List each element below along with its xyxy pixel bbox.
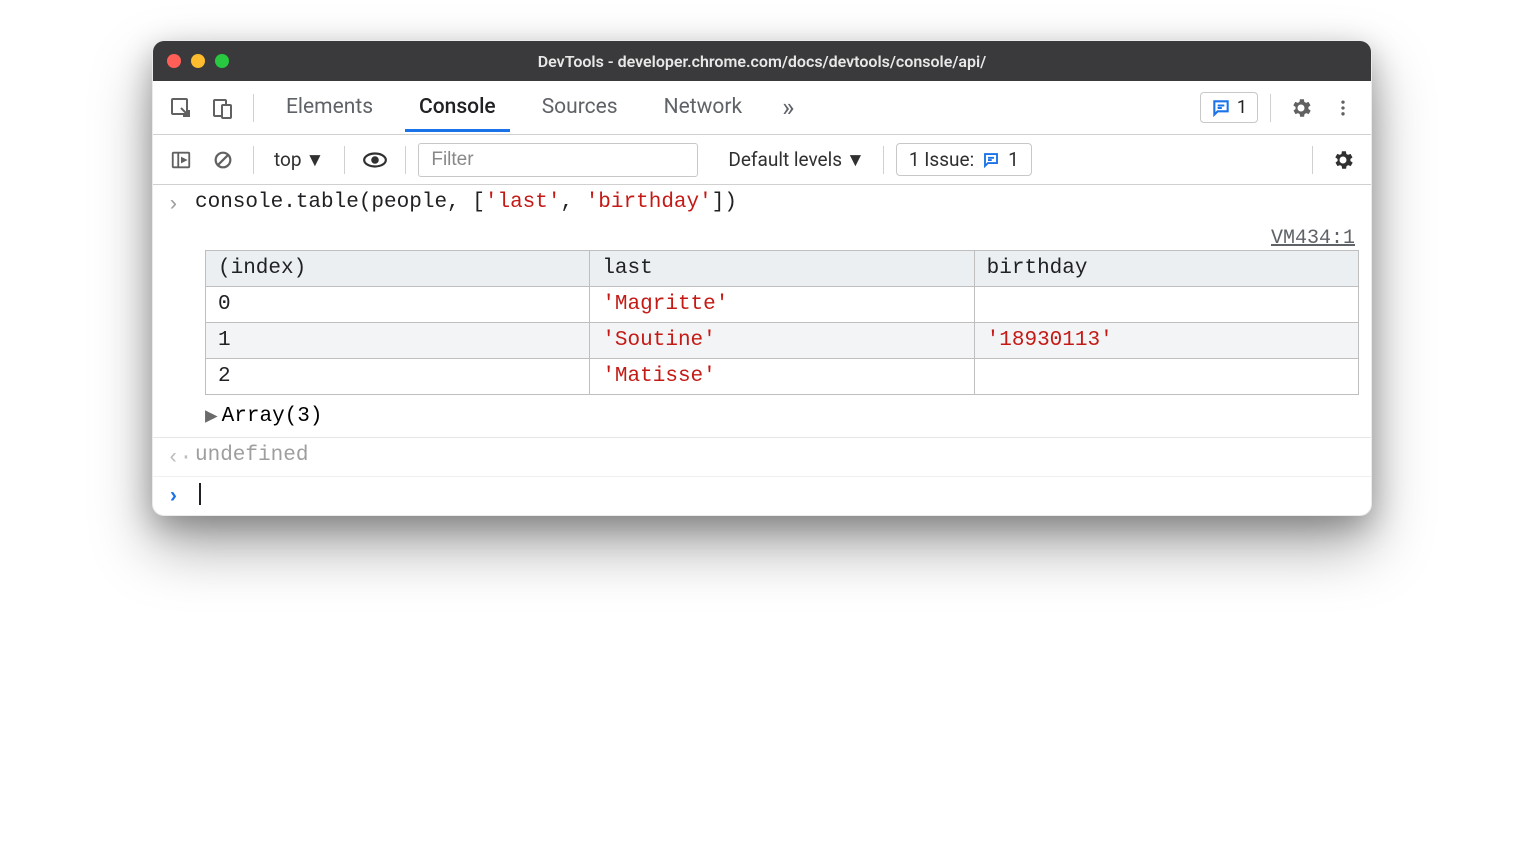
separator bbox=[344, 146, 345, 174]
separator bbox=[883, 146, 884, 174]
window-title: DevTools - developer.chrome.com/docs/dev… bbox=[153, 52, 1371, 71]
table-row[interactable]: 2 'Matisse' bbox=[206, 359, 1359, 395]
col-index[interactable]: (index) bbox=[206, 251, 590, 287]
issues-label: 1 Issue: bbox=[909, 148, 974, 171]
chat-icon bbox=[1211, 98, 1231, 118]
col-last[interactable]: last bbox=[590, 251, 974, 287]
separator bbox=[253, 146, 254, 174]
more-tabs-icon[interactable]: » bbox=[774, 93, 802, 123]
issues-indicator[interactable]: 1 bbox=[1200, 92, 1258, 123]
output-chevron-icon: ‹· bbox=[167, 444, 195, 470]
cell-birthday bbox=[974, 287, 1358, 323]
settings-icon[interactable] bbox=[1283, 90, 1319, 126]
issues-count: 1 bbox=[1237, 97, 1247, 118]
console-input[interactable] bbox=[195, 483, 1359, 507]
source-link[interactable]: VM434:1 bbox=[153, 223, 1371, 250]
live-expression-icon[interactable] bbox=[357, 142, 393, 178]
kebab-menu-icon[interactable] bbox=[1325, 90, 1361, 126]
table-row[interactable]: 0 'Magritte' bbox=[206, 287, 1359, 323]
titlebar: DevTools - developer.chrome.com/docs/dev… bbox=[153, 41, 1371, 81]
col-birthday[interactable]: birthday bbox=[974, 251, 1358, 287]
tab-console[interactable]: Console bbox=[405, 83, 510, 132]
cell-index: 0 bbox=[206, 287, 590, 323]
cell-last: 'Magritte' bbox=[590, 287, 974, 323]
cell-index: 2 bbox=[206, 359, 590, 395]
clear-console-icon[interactable] bbox=[205, 142, 241, 178]
cell-birthday: '18930113' bbox=[974, 323, 1358, 359]
separator bbox=[1270, 94, 1271, 122]
separator bbox=[405, 146, 406, 174]
cell-last: 'Matisse' bbox=[590, 359, 974, 395]
main-tabbar: Elements Console Sources Network » 1 bbox=[153, 81, 1371, 135]
maximize-window-button[interactable] bbox=[215, 54, 229, 68]
console-table: (index) last birthday 0 'Magritte' 1 'So… bbox=[153, 250, 1371, 399]
issues-button[interactable]: 1 Issue: 1 bbox=[896, 143, 1032, 176]
separator bbox=[1312, 146, 1313, 174]
console-command-row: › console.table(people, ['last', 'birthd… bbox=[153, 185, 1371, 223]
chevron-down-icon: ▼ bbox=[306, 148, 325, 172]
return-value: undefined bbox=[195, 444, 1359, 467]
console-settings-icon[interactable] bbox=[1325, 142, 1361, 178]
minimize-window-button[interactable] bbox=[191, 54, 205, 68]
console-prompt-row[interactable]: › bbox=[153, 477, 1371, 515]
prompt-chevron-icon: › bbox=[167, 483, 195, 509]
context-selector[interactable]: top ▼ bbox=[266, 144, 332, 176]
tab-network[interactable]: Network bbox=[650, 83, 757, 132]
device-toolbar-icon[interactable] bbox=[205, 90, 241, 126]
close-window-button[interactable] bbox=[167, 54, 181, 68]
tab-sources[interactable]: Sources bbox=[528, 83, 632, 132]
console-return-row: ‹· undefined bbox=[153, 438, 1371, 477]
log-levels-selector[interactable]: Default levels ▼ bbox=[722, 148, 870, 172]
array-summary-text: Array(3) bbox=[222, 405, 323, 428]
array-expand-row[interactable]: ▶ Array(3) bbox=[153, 399, 1371, 437]
console-output: › console.table(people, ['last', 'birthd… bbox=[153, 185, 1371, 515]
context-label: top bbox=[274, 148, 302, 171]
toggle-sidebar-icon[interactable] bbox=[163, 142, 199, 178]
expand-caret-icon: ▶ bbox=[205, 403, 218, 429]
filter-input[interactable] bbox=[418, 143, 698, 177]
cell-birthday bbox=[974, 359, 1358, 395]
tab-elements[interactable]: Elements bbox=[272, 83, 387, 132]
command-text: console.table(people, ['last', 'birthday… bbox=[195, 191, 1359, 214]
inspect-element-icon[interactable] bbox=[163, 90, 199, 126]
table-row[interactable]: 1 'Soutine' '18930113' bbox=[206, 323, 1359, 359]
console-toolbar: top ▼ Default levels ▼ 1 Issue: 1 bbox=[153, 135, 1371, 185]
devtools-window: DevTools - developer.chrome.com/docs/dev… bbox=[152, 40, 1372, 516]
input-chevron-icon: › bbox=[167, 191, 195, 217]
traffic-lights bbox=[167, 54, 229, 68]
chat-icon bbox=[982, 151, 1000, 169]
cell-last: 'Soutine' bbox=[590, 323, 974, 359]
panel-tabs: Elements Console Sources Network » bbox=[266, 83, 802, 132]
table-header-row: (index) last birthday bbox=[206, 251, 1359, 287]
levels-label: Default levels bbox=[728, 148, 842, 171]
issues-count: 1 bbox=[1008, 148, 1019, 171]
cell-index: 1 bbox=[206, 323, 590, 359]
chevron-down-icon: ▼ bbox=[846, 148, 865, 172]
separator bbox=[253, 94, 254, 122]
